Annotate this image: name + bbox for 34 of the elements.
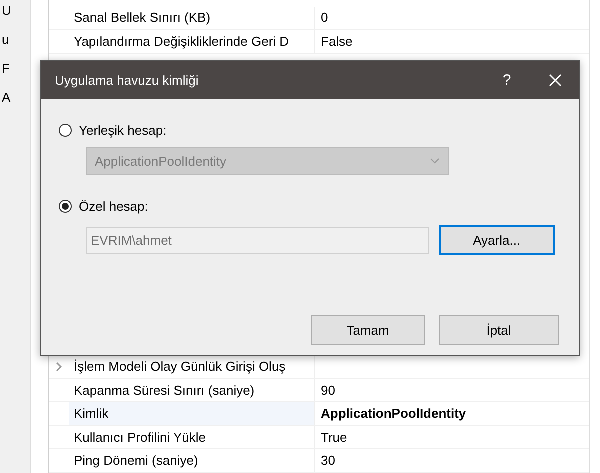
property-value: 0	[320, 10, 328, 26]
dialog-title: Uygulama havuzu kimliği	[55, 72, 200, 88]
radio-option[interactable]: Özel hesap:	[59, 195, 555, 217]
property-name: Kullanıcı Profilini Yükle	[69, 426, 315, 448]
radio-icon[interactable]	[59, 200, 72, 212]
cancel-button[interactable]: İptal	[439, 315, 559, 345]
set-button[interactable]: Ayarla...	[438, 225, 555, 255]
property-name: Sanal Bellek Sınırı (KB)	[69, 6, 315, 30]
property-value: 90	[320, 382, 336, 398]
help-button[interactable]: ?	[483, 61, 531, 99]
ok-button[interactable]: Tamam	[311, 315, 425, 345]
side-label: u	[2, 32, 10, 47]
chevron-icon	[430, 158, 440, 164]
radio-option[interactable]: Yerleşik hesap:	[59, 119, 555, 141]
radio-label: Özel hesap:	[79, 198, 148, 214]
property-value: ApplicationPoolIdentity	[320, 406, 466, 422]
property-name: Kapanma Süresi Sınırı (saniye)	[69, 378, 315, 402]
property-value: True	[320, 430, 348, 445]
property-value: False	[320, 34, 353, 49]
property-row[interactable]: Kimlik ApplicationPoolIdentity	[49, 402, 589, 426]
property-value: 30	[320, 453, 336, 468]
property-row[interactable]: Ping Dönemi (saniye) 30	[49, 449, 589, 473]
property-name: Kimlik	[69, 402, 315, 425]
side-label: A	[2, 90, 12, 105]
property-row[interactable]: Yapılandırma Değişikliklerinde Geri D False	[49, 30, 589, 54]
property-name: Ping Dönemi (saniye)	[69, 449, 315, 472]
side-label: F	[2, 61, 11, 76]
property-row[interactable]: Sanal Bellek Sınırı (KB) 0	[49, 6, 589, 30]
property-row[interactable]: Kullanıcı Profilini Yükle True	[49, 426, 589, 450]
radio-icon[interactable]	[59, 124, 72, 136]
side-label: U	[2, 3, 12, 18]
property-name: Yapılandırma Değişikliklerinde Geri D	[69, 30, 315, 53]
radio-label: Yerleşik hesap:	[79, 122, 167, 138]
close-icon	[548, 74, 562, 86]
